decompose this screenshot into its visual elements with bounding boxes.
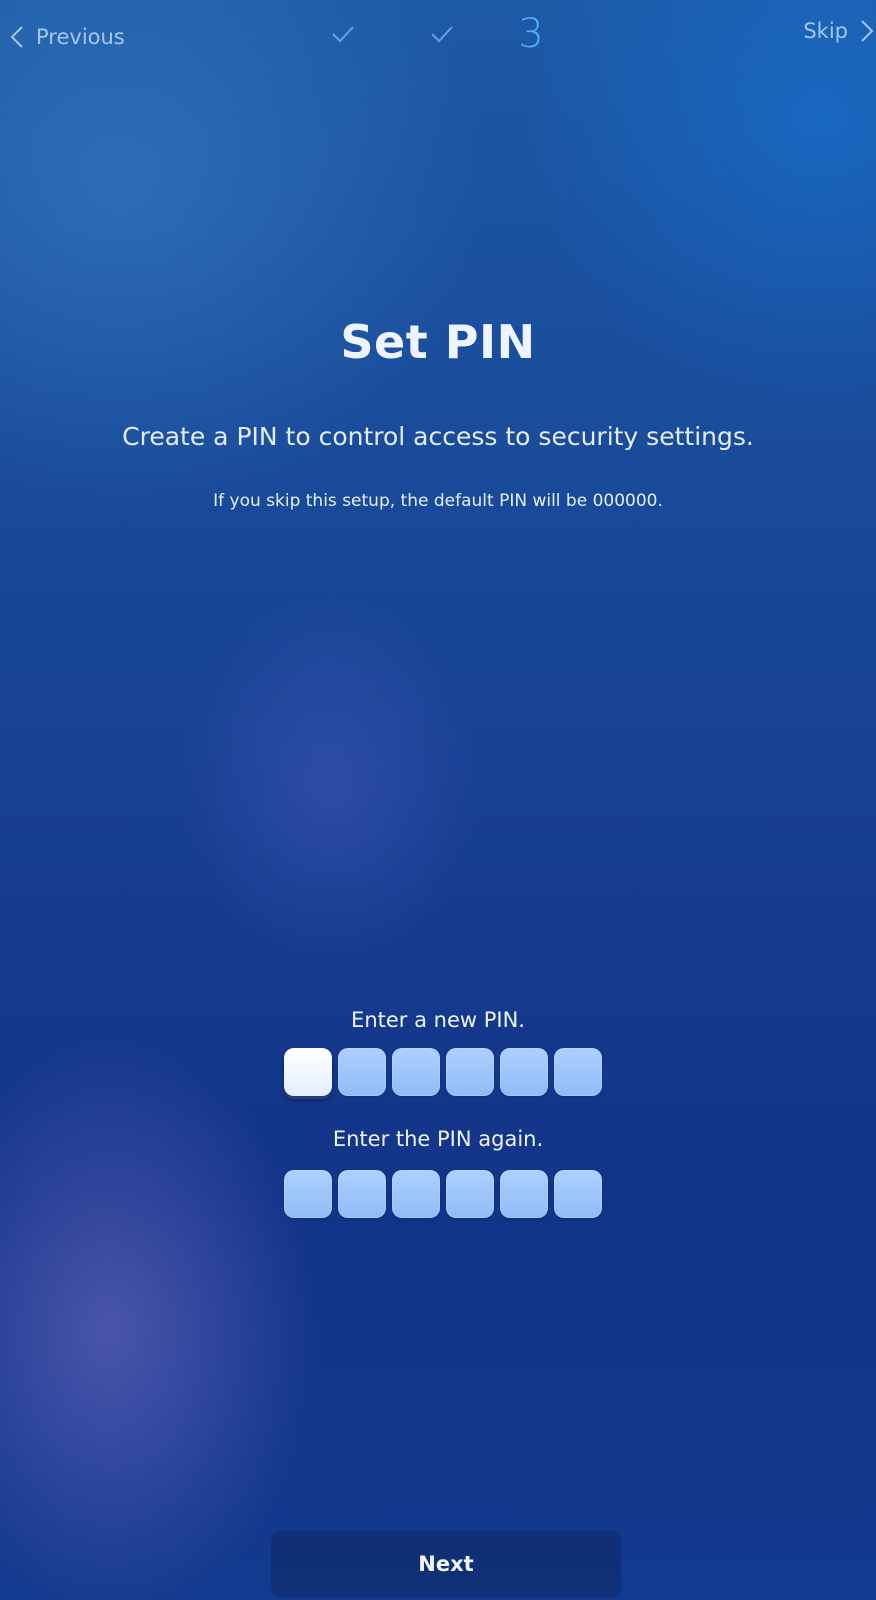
- pin-digit-box[interactable]: [446, 1170, 494, 1218]
- pin-digit-box[interactable]: [500, 1170, 548, 1218]
- next-button[interactable]: Next: [271, 1531, 621, 1597]
- chevron-right-icon: [860, 19, 874, 43]
- skip-button[interactable]: Skip: [803, 16, 874, 46]
- skip-label: Skip: [803, 19, 848, 43]
- chevron-left-icon: [10, 25, 24, 49]
- confirm-pin-label: Enter the PIN again.: [332, 1127, 544, 1151]
- new-pin-label: Enter a new PIN.: [351, 1008, 525, 1032]
- pin-digit-box[interactable]: [284, 1170, 332, 1218]
- checkmark-icon: [430, 24, 454, 44]
- pin-digit-box[interactable]: [500, 1048, 548, 1096]
- checkmark-icon: [331, 24, 355, 44]
- page-title: Set PIN: [340, 315, 536, 369]
- pin-digit-box[interactable]: [284, 1048, 332, 1096]
- pin-digit-box[interactable]: [392, 1170, 440, 1218]
- pin-digit-box[interactable]: [554, 1170, 602, 1218]
- current-step-indicator: 3: [518, 11, 544, 57]
- pin-digit-box[interactable]: [392, 1048, 440, 1096]
- page-subtitle: Create a PIN to control access to securi…: [122, 422, 754, 451]
- previous-button[interactable]: Previous: [10, 22, 125, 52]
- default-pin-note: If you skip this setup, the default PIN …: [213, 491, 663, 511]
- confirm-pin-input[interactable]: [284, 1170, 606, 1220]
- previous-label: Previous: [36, 25, 125, 49]
- pin-digit-box[interactable]: [338, 1170, 386, 1218]
- new-pin-input[interactable]: [284, 1048, 606, 1098]
- pin-digit-box[interactable]: [446, 1048, 494, 1096]
- pin-digit-box[interactable]: [338, 1048, 386, 1096]
- pin-digit-box[interactable]: [554, 1048, 602, 1096]
